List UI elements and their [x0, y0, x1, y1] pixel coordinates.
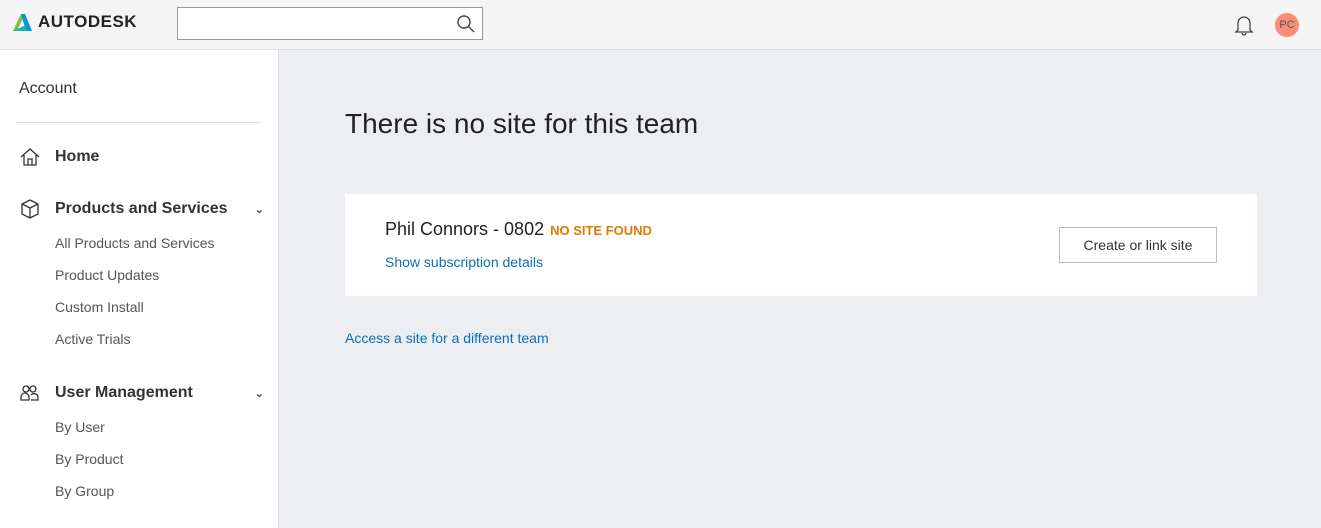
divider [16, 122, 261, 123]
team-name: Phil Connors - 0802 [385, 219, 545, 239]
sidebar-subitem[interactable]: Product Updates [55, 267, 159, 283]
page-title: There is no site for this team [345, 108, 699, 139]
top-bar: AUTODESK PC [0, 0, 1321, 50]
autodesk-logo[interactable]: AUTODESK [12, 12, 137, 32]
users-icon [20, 385, 39, 401]
sidebar-title: Account [19, 80, 77, 97]
sidebar-subitem[interactable]: By Group [55, 483, 114, 499]
sidebar-item-label: User Management [55, 384, 193, 401]
chevron-down-icon[interactable]: ⌄ [255, 203, 264, 216]
team-name-row: Phil Connors - 0802 NO SITE FOUND [385, 219, 652, 240]
access-different-team-link[interactable]: Access a site for a different team [345, 330, 549, 346]
sidebar: Account Home Products and Services ⌄ All… [0, 50, 279, 528]
brand-name: AUTODESK [38, 12, 138, 31]
home-icon [20, 148, 40, 166]
sidebar-subitem[interactable]: Active Trials [55, 331, 130, 347]
sidebar-subitem[interactable]: All Products and Services [55, 235, 215, 251]
search-icon[interactable] [456, 14, 476, 34]
sidebar-item-products[interactable]: Products and Services ⌄ [19, 198, 264, 220]
sidebar-item-label: Home [55, 148, 100, 165]
search-input[interactable] [177, 7, 483, 40]
box-icon [21, 199, 39, 219]
chevron-down-icon[interactable]: ⌄ [255, 387, 264, 400]
show-subscription-details-link[interactable]: Show subscription details [385, 254, 543, 270]
status-badge: NO SITE FOUND [550, 223, 652, 238]
autodesk-logo-icon [13, 14, 32, 31]
sidebar-item-home[interactable]: Home [19, 146, 264, 168]
team-card: Phil Connors - 0802 NO SITE FOUND Show su… [345, 194, 1257, 296]
sidebar-subitem[interactable]: By Product [55, 451, 123, 467]
sidebar-item-user-management[interactable]: User Management ⌄ [19, 382, 264, 404]
create-or-link-site-button[interactable]: Create or link site [1059, 227, 1217, 263]
bell-icon[interactable] [1234, 14, 1254, 36]
sidebar-subitem[interactable]: By User [55, 419, 105, 435]
sidebar-subitem[interactable]: Custom Install [55, 299, 144, 315]
avatar[interactable]: PC [1275, 13, 1299, 37]
sidebar-item-label: Products and Services [55, 200, 228, 217]
